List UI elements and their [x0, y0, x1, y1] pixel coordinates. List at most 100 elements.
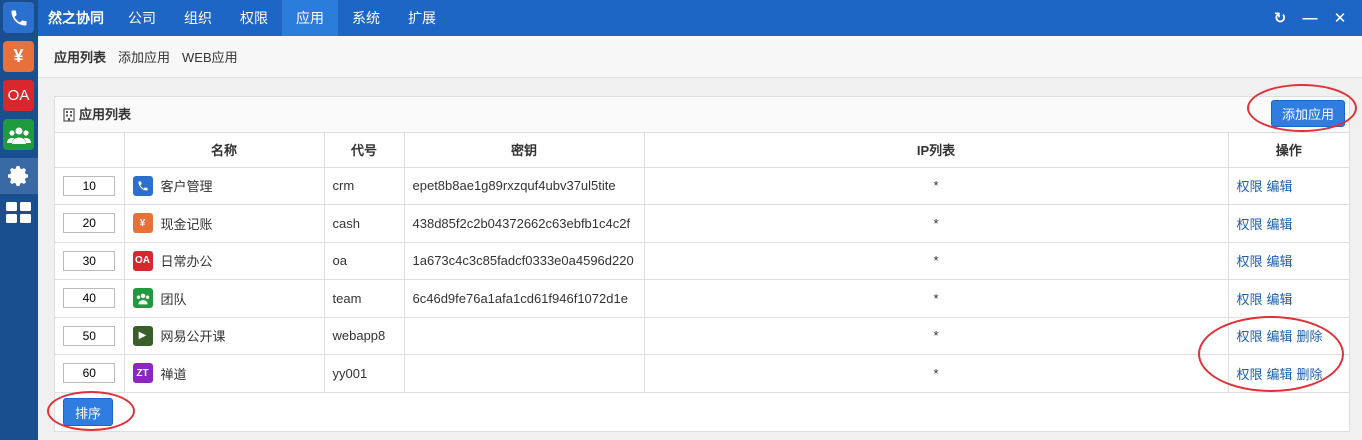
oa-icon: OA — [132, 250, 153, 271]
order-input[interactable] — [63, 213, 116, 234]
permission-link[interactable]: 权限 — [1237, 217, 1263, 232]
app-name: 日常办公 — [160, 254, 213, 270]
column-header-name: 名称 — [123, 133, 325, 168]
edit-link[interactable]: 编辑 — [1267, 329, 1293, 344]
name-cell: 客户管理 — [123, 166, 325, 205]
key-cell: epet8b8ae1g89rxzquf4ubv37ul5tite — [403, 166, 645, 205]
key-cell: 1a673c4c3c85fadcf0333e0a4596d220 — [403, 241, 645, 280]
column-header-actions: 操作 — [1227, 133, 1349, 168]
table-row: 客户管理 crm epet8b8ae1g89rxzquf4ubv37ul5tit… — [55, 166, 1349, 205]
order-input[interactable] — [63, 175, 116, 196]
order-input[interactable] — [63, 250, 116, 271]
key-cell: 438d85f2c2b04372662c63ebfb1c4c2f — [403, 204, 645, 243]
subnav-add-app[interactable]: 添加应用 — [118, 47, 170, 66]
key-cell: 6c46d9fe76a1afa1cd61f946f1072d1e — [403, 279, 645, 318]
brand-title[interactable]: 然之协同 — [48, 0, 104, 36]
order-input[interactable] — [63, 325, 116, 346]
oa-icon: OA — [7, 87, 30, 104]
edit-link[interactable]: 编辑 — [1267, 217, 1293, 232]
dock-cash-button[interactable]: ¥ — [3, 41, 34, 72]
delete-link[interactable]: 删除 — [1297, 329, 1323, 344]
app-name: 网易公开课 — [160, 329, 226, 345]
table-header-row: 名称 代号 密钥 IP列表 操作 — [55, 133, 1349, 168]
ip-cell: * — [643, 354, 1229, 393]
order-cell — [55, 241, 125, 280]
edit-link[interactable]: 编辑 — [1267, 254, 1293, 269]
permission-link[interactable]: 权限 — [1237, 179, 1263, 194]
add-app-button[interactable]: 添加应用 — [1271, 100, 1345, 127]
code-cell: yy001 — [323, 354, 405, 393]
permission-link[interactable]: 权限 — [1237, 292, 1263, 307]
delete-link[interactable]: 删除 — [1297, 367, 1323, 382]
nav-company[interactable]: 公司 — [114, 0, 170, 36]
order-input[interactable] — [63, 363, 116, 384]
permission-link[interactable]: 权限 — [1237, 254, 1263, 269]
table-row: OA 日常办公 oa 1a673c4c3c85fadcf0333e0a4596d2… — [55, 241, 1349, 280]
sort-button[interactable]: 排序 — [63, 398, 113, 426]
nav-extend[interactable]: 扩展 — [394, 0, 450, 36]
edit-link[interactable]: 编辑 — [1267, 179, 1293, 194]
yen-icon: ¥ — [132, 213, 153, 234]
subnav-app-list[interactable]: 应用列表 — [54, 47, 106, 66]
panel-title: 应用列表 — [63, 97, 131, 133]
panel-title-text: 应用列表 — [79, 107, 132, 122]
minimize-icon[interactable]: — — [1302, 10, 1318, 27]
app-table: 名称 代号 密钥 IP列表 操作 客户管理 crm epet8b8ae1g89r… — [55, 133, 1349, 393]
window-controls: ↻ — ✕ — [1272, 0, 1348, 36]
name-cell: OA 日常办公 — [123, 241, 325, 280]
permission-link[interactable]: 权限 — [1237, 329, 1263, 344]
ip-cell: * — [643, 241, 1229, 280]
dock-apps-button[interactable] — [3, 197, 34, 228]
order-cell — [55, 316, 125, 355]
table-row: ZT 禅道 yy001 * 权限编辑删除 — [55, 354, 1349, 393]
actions-cell: 权限 编辑 删除 — [1227, 354, 1349, 393]
refresh-icon[interactable]: ↻ — [1272, 10, 1288, 27]
dock-oa-button[interactable]: OA — [3, 80, 34, 111]
edit-link[interactable]: 编辑 — [1267, 367, 1293, 382]
close-icon[interactable]: ✕ — [1332, 10, 1348, 27]
order-cell — [55, 354, 125, 393]
app-name: 现金记账 — [160, 216, 213, 232]
name-cell: ¥ 现金记账 — [123, 204, 325, 243]
code-cell: cash — [323, 204, 405, 243]
phone-icon — [132, 175, 153, 196]
ip-cell: * — [643, 279, 1229, 318]
key-cell — [403, 316, 645, 355]
name-cell: 团队 — [123, 279, 325, 318]
name-cell: ▶ 网易公开课 — [123, 316, 325, 355]
building-icon — [63, 108, 75, 122]
nav-org[interactable]: 组织 — [170, 0, 226, 36]
app-name: 禅道 — [160, 366, 187, 382]
ip-cell: * — [643, 316, 1229, 355]
play-icon: ▶ — [132, 325, 153, 346]
app-icon-label: ¥ — [139, 217, 146, 229]
dock-team-button[interactable] — [3, 119, 34, 150]
actions-cell: 权限 编辑 — [1227, 166, 1349, 205]
subnav-web-apps[interactable]: WEB应用 — [182, 47, 238, 66]
top-navbar: 然之协同 公司 组织 权限 应用 系统 扩展 ↻ — ✕ — [38, 0, 1362, 36]
dock-settings-button[interactable] — [0, 158, 38, 194]
nav-permission[interactable]: 权限 — [226, 0, 282, 36]
column-header-key: 密钥 — [403, 133, 645, 168]
nav-apps[interactable]: 应用 — [282, 0, 338, 36]
app-name: 团队 — [160, 291, 187, 307]
actions-cell: 权限 编辑 — [1227, 204, 1349, 243]
key-cell — [403, 354, 645, 393]
sub-nav: 应用列表 添加应用 WEB应用 — [38, 36, 1362, 78]
dock-crm-button[interactable] — [3, 2, 34, 33]
team-icon — [132, 288, 153, 309]
nav-system[interactable]: 系统 — [338, 0, 394, 36]
grid-icon — [5, 201, 31, 223]
app-icon-label: ZT — [136, 367, 149, 379]
order-input[interactable] — [63, 288, 116, 309]
gear-icon — [8, 166, 28, 186]
code-cell: crm — [323, 166, 405, 205]
order-cell — [55, 204, 125, 243]
ip-cell: * — [643, 166, 1229, 205]
app-icon-label: ▶ — [138, 330, 147, 342]
app-icon-label: OA — [135, 255, 150, 267]
table-row: ¥ 现金记账 cash 438d85f2c2b04372662c63ebfb1c4… — [55, 204, 1349, 243]
edit-link[interactable]: 编辑 — [1267, 292, 1293, 307]
yen-icon: ¥ — [13, 46, 24, 66]
permission-link[interactable]: 权限 — [1237, 367, 1263, 382]
